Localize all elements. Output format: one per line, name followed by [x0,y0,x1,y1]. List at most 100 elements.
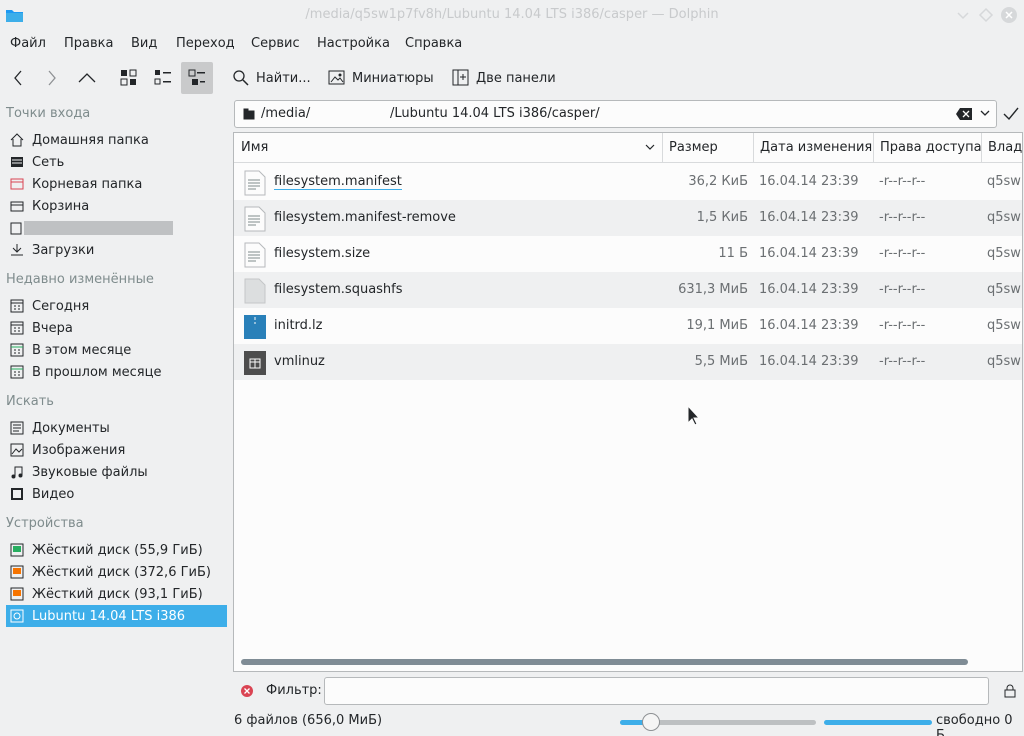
file-name: filesystem.manifest [274,174,402,190]
place-label: Корзина [32,198,90,214]
back-button[interactable] [8,62,32,94]
file-name: filesystem.size [274,246,371,261]
device-disk-372[interactable]: Жёсткий диск (372,6 ГиБ) [6,561,227,583]
file-date: 16.04.14 23:39 [759,282,859,297]
arrow-left-icon [14,70,22,86]
column-divider[interactable] [981,133,982,163]
place-home[interactable]: Домашняя папка [6,129,227,151]
split-button[interactable]: Две панели [452,62,556,94]
location-bar[interactable]: /media/ /Lubuntu 14.04 LTS i386/casper/ [234,100,997,128]
file-row[interactable]: filesystem.manifest-remove 1,5 КиБ 16.04… [234,200,1022,236]
place-label: Звуковые файлы [32,464,148,480]
file-size: 36,2 КиБ [688,174,748,189]
file-size: 5,5 МиБ [694,354,748,369]
compact-view-button[interactable] [148,62,178,94]
filter-label: Фильтр: [266,683,322,698]
image-icon [10,443,24,457]
column-size[interactable]: Размер [669,140,718,155]
place-images[interactable]: Изображения [6,439,227,461]
place-redacted[interactable] [6,217,227,239]
place-network[interactable]: Сеть [6,151,227,173]
free-space-bar [824,720,932,725]
root-folder-icon [10,178,24,190]
details-view-icon [188,69,205,85]
maximize-icon[interactable] [977,6,995,24]
file-row[interactable]: initrd.lz 19,1 МиБ 16.04.14 23:39 -r--r-… [234,308,1022,344]
place-this-month[interactable]: В этом месяце [6,339,227,361]
device-lubuntu[interactable]: Lubuntu 14.04 LTS i386 [6,605,227,627]
file-row[interactable]: filesystem.size 11 Б 16.04.14 23:39 -r--… [234,236,1022,272]
close-icon[interactable] [1000,6,1018,24]
filter-bar: Фильтр: [234,676,1024,706]
file-row[interactable]: filesystem.manifest 36,2 КиБ 16.04.14 23… [234,164,1022,200]
folder-icon [10,222,22,235]
column-divider[interactable] [662,133,663,163]
file-date: 16.04.14 23:39 [759,246,859,261]
file-row[interactable]: vmlinuz 5,5 МиБ 16.04.14 23:39 -r--r--r-… [234,344,1022,380]
file-row[interactable]: filesystem.squashfs 631,3 МиБ 16.04.14 2… [234,272,1022,308]
places-header-recent: Недавно изменённые [6,272,154,287]
place-today[interactable]: Сегодня [6,295,227,317]
place-yesterday[interactable]: Вчера [6,317,227,339]
file-date: 16.04.14 23:39 [759,174,859,189]
menu-go[interactable]: Переход [176,36,235,51]
file-view[interactable]: Имя Размер Дата изменения Права доступа … [233,132,1023,672]
menu-view[interactable]: Вид [131,36,157,51]
minimize-icon[interactable] [954,6,972,24]
column-divider[interactable] [873,133,874,163]
place-documents[interactable]: Документы [6,417,227,439]
column-owner[interactable]: Владе [988,140,1022,155]
chevron-down-icon[interactable] [980,110,990,118]
file-owner: q5sw1 [987,246,1022,261]
menu-file[interactable]: Файл [10,36,46,51]
zoom-slider-handle[interactable] [642,713,661,731]
lock-icon[interactable] [1004,684,1016,698]
calendar-icon [10,365,24,379]
video-icon [11,488,23,500]
search-icon [233,70,249,86]
file-name: vmlinuz [274,354,325,369]
file-perms: -r--r--r-- [879,282,926,297]
executable-file-icon [244,351,266,375]
text-file-icon [244,242,266,268]
sort-chevron-icon[interactable] [645,144,655,152]
menu-help[interactable]: Справка [405,36,462,51]
calendar-icon [10,343,24,357]
details-view-button[interactable] [181,62,213,94]
place-video[interactable]: Видео [6,483,227,505]
find-button[interactable]: Найти... [232,62,311,94]
column-divider[interactable] [753,133,754,163]
horizontal-scrollbar[interactable] [241,659,968,665]
places-header-search: Искать [6,394,54,409]
icons-view-button[interactable] [114,62,144,94]
forward-button[interactable] [42,62,66,94]
file-date: 16.04.14 23:39 [759,354,859,369]
place-label: В этом месяце [32,342,132,358]
place-last-month[interactable]: В прошлом месяце [6,361,227,383]
preview-button[interactable]: Миниатюры [328,62,434,94]
device-disk-55[interactable]: Жёсткий диск (55,9 ГиБ) [6,539,227,561]
menu-settings[interactable]: Настройка [317,36,390,51]
checkmark-icon[interactable] [1003,107,1019,121]
place-downloads[interactable]: Загрузки [6,239,227,261]
up-button[interactable] [76,62,100,94]
place-root[interactable]: Корневая папка [6,173,227,195]
file-name: initrd.lz [274,318,323,333]
menu-edit[interactable]: Правка [64,36,113,51]
place-audio[interactable]: Звуковые файлы [6,461,227,483]
place-trash[interactable]: Корзина [6,195,227,217]
image-icon [328,70,345,85]
optical-disc-icon [10,609,24,623]
column-name[interactable]: Имя [241,140,268,155]
zoom-slider[interactable] [620,713,816,731]
device-label: Жёсткий диск (55,9 ГиБ) [32,542,203,558]
close-filter-icon[interactable] [240,684,254,698]
menu-tools[interactable]: Сервис [251,36,300,51]
column-date[interactable]: Дата изменения [760,140,872,155]
clear-text-icon[interactable] [956,108,972,120]
device-disk-93[interactable]: Жёсткий диск (93,1 ГиБ) [6,583,227,605]
home-icon [10,133,24,147]
column-perms[interactable]: Права доступа [880,140,982,155]
file-owner: q5sw1 [987,354,1022,369]
filter-input[interactable] [324,677,989,705]
